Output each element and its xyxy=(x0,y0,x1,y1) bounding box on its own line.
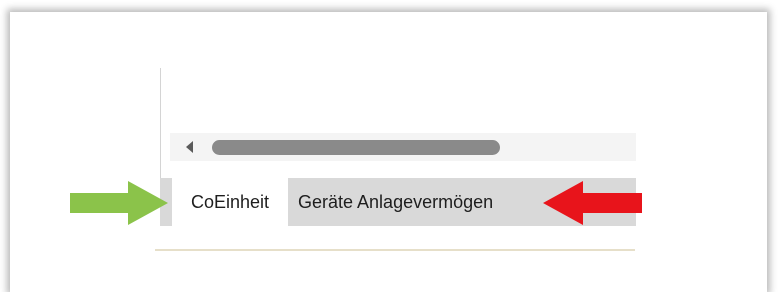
sheet-left-border xyxy=(160,68,161,178)
scroll-left-arrow-icon[interactable] xyxy=(186,141,193,153)
spreadsheet-view: CoEinheit Geräte Anlagevermögen xyxy=(0,0,779,276)
red-arrow-icon xyxy=(543,181,642,225)
bottom-divider xyxy=(155,249,635,251)
sheet-tab-coeinheit[interactable]: CoEinheit xyxy=(172,178,288,226)
green-arrow-icon xyxy=(70,181,168,225)
sheet-tab-geraete-anlagevermoegen[interactable]: Geräte Anlagevermögen xyxy=(292,178,499,226)
horizontal-scrollbar[interactable] xyxy=(170,133,636,161)
scroll-thumb[interactable] xyxy=(212,140,500,155)
